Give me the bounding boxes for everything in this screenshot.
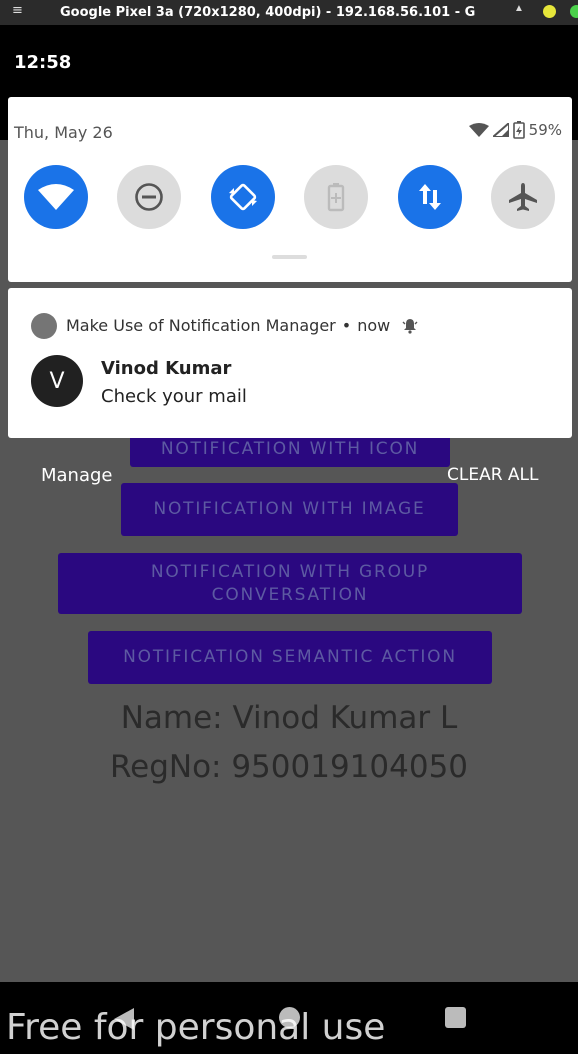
name-text: Name: Vinod Kumar L: [120, 700, 458, 736]
notification-with-image-button[interactable]: NOTIFICATION WITH IMAGE: [121, 483, 458, 536]
notification-title: Vinod Kumar: [101, 358, 232, 379]
notification-with-group-conversation-button[interactable]: NOTIFICATION WITH GROUP CONVERSATION: [58, 553, 522, 614]
regno-text: RegNo: 950019104050: [109, 749, 469, 785]
notification-app-name: Make Use of Notification Manager: [66, 316, 336, 335]
notification-text: Check your mail: [101, 386, 247, 407]
app-icon: [31, 313, 57, 339]
avatar: V: [31, 355, 83, 407]
battery-saver-icon: [327, 183, 345, 212]
quick-settings-panel: Thu, May 26 59%: [8, 97, 572, 282]
recent-apps-icon[interactable]: [445, 1007, 466, 1028]
mobile-data-tile[interactable]: [398, 165, 462, 229]
wifi-signal-icon: [468, 123, 489, 137]
battery-charging-icon: [512, 121, 525, 139]
wifi-tile[interactable]: [24, 165, 88, 229]
status-time: 12:58: [14, 52, 72, 73]
minimize-window-button[interactable]: [543, 5, 556, 18]
drag-handle[interactable]: [272, 255, 307, 259]
auto-rotate-tile[interactable]: [211, 165, 275, 229]
menu-icon[interactable]: ≡: [12, 3, 23, 18]
caret-up-icon[interactable]: ▲: [514, 3, 524, 14]
notification-time: now: [357, 316, 391, 335]
header-separator: •: [341, 316, 352, 335]
auto-rotate-icon: [229, 183, 257, 211]
watermark: Free for personal use: [6, 1007, 386, 1048]
status-icons: 59%: [468, 121, 562, 139]
date-label: Thu, May 26: [14, 123, 113, 142]
battery-percent: 59%: [528, 121, 562, 139]
do-not-disturb-tile[interactable]: [117, 165, 181, 229]
clear-all-button[interactable]: CLEAR ALL: [447, 465, 539, 485]
mobile-data-icon: [419, 184, 441, 210]
notification-header: Make Use of Notification Manager • now: [66, 316, 418, 335]
maximize-window-button[interactable]: [570, 5, 578, 18]
cell-signal-icon: [492, 123, 509, 137]
manage-button[interactable]: Manage: [41, 465, 113, 486]
airplane-mode-icon: [509, 183, 537, 211]
battery-saver-tile[interactable]: [304, 165, 368, 229]
bell-alert-icon: [402, 318, 418, 334]
do-not-disturb-icon: [135, 183, 163, 211]
notification-semantic-action-button[interactable]: NOTIFICATION SEMANTIC ACTION: [88, 631, 492, 684]
emulator-title: Google Pixel 3a (720x1280, 400dpi) - 192…: [60, 5, 476, 20]
phone-screen: 12:58 NOTIFICATION WITH ICON NOTIFICATIO…: [0, 25, 578, 1054]
wifi-icon: [38, 184, 74, 210]
emulator-titlebar: ≡ Google Pixel 3a (720x1280, 400dpi) - 1…: [0, 0, 578, 25]
airplane-mode-tile[interactable]: [491, 165, 555, 229]
notification-card[interactable]: Make Use of Notification Manager • now V…: [8, 288, 572, 438]
